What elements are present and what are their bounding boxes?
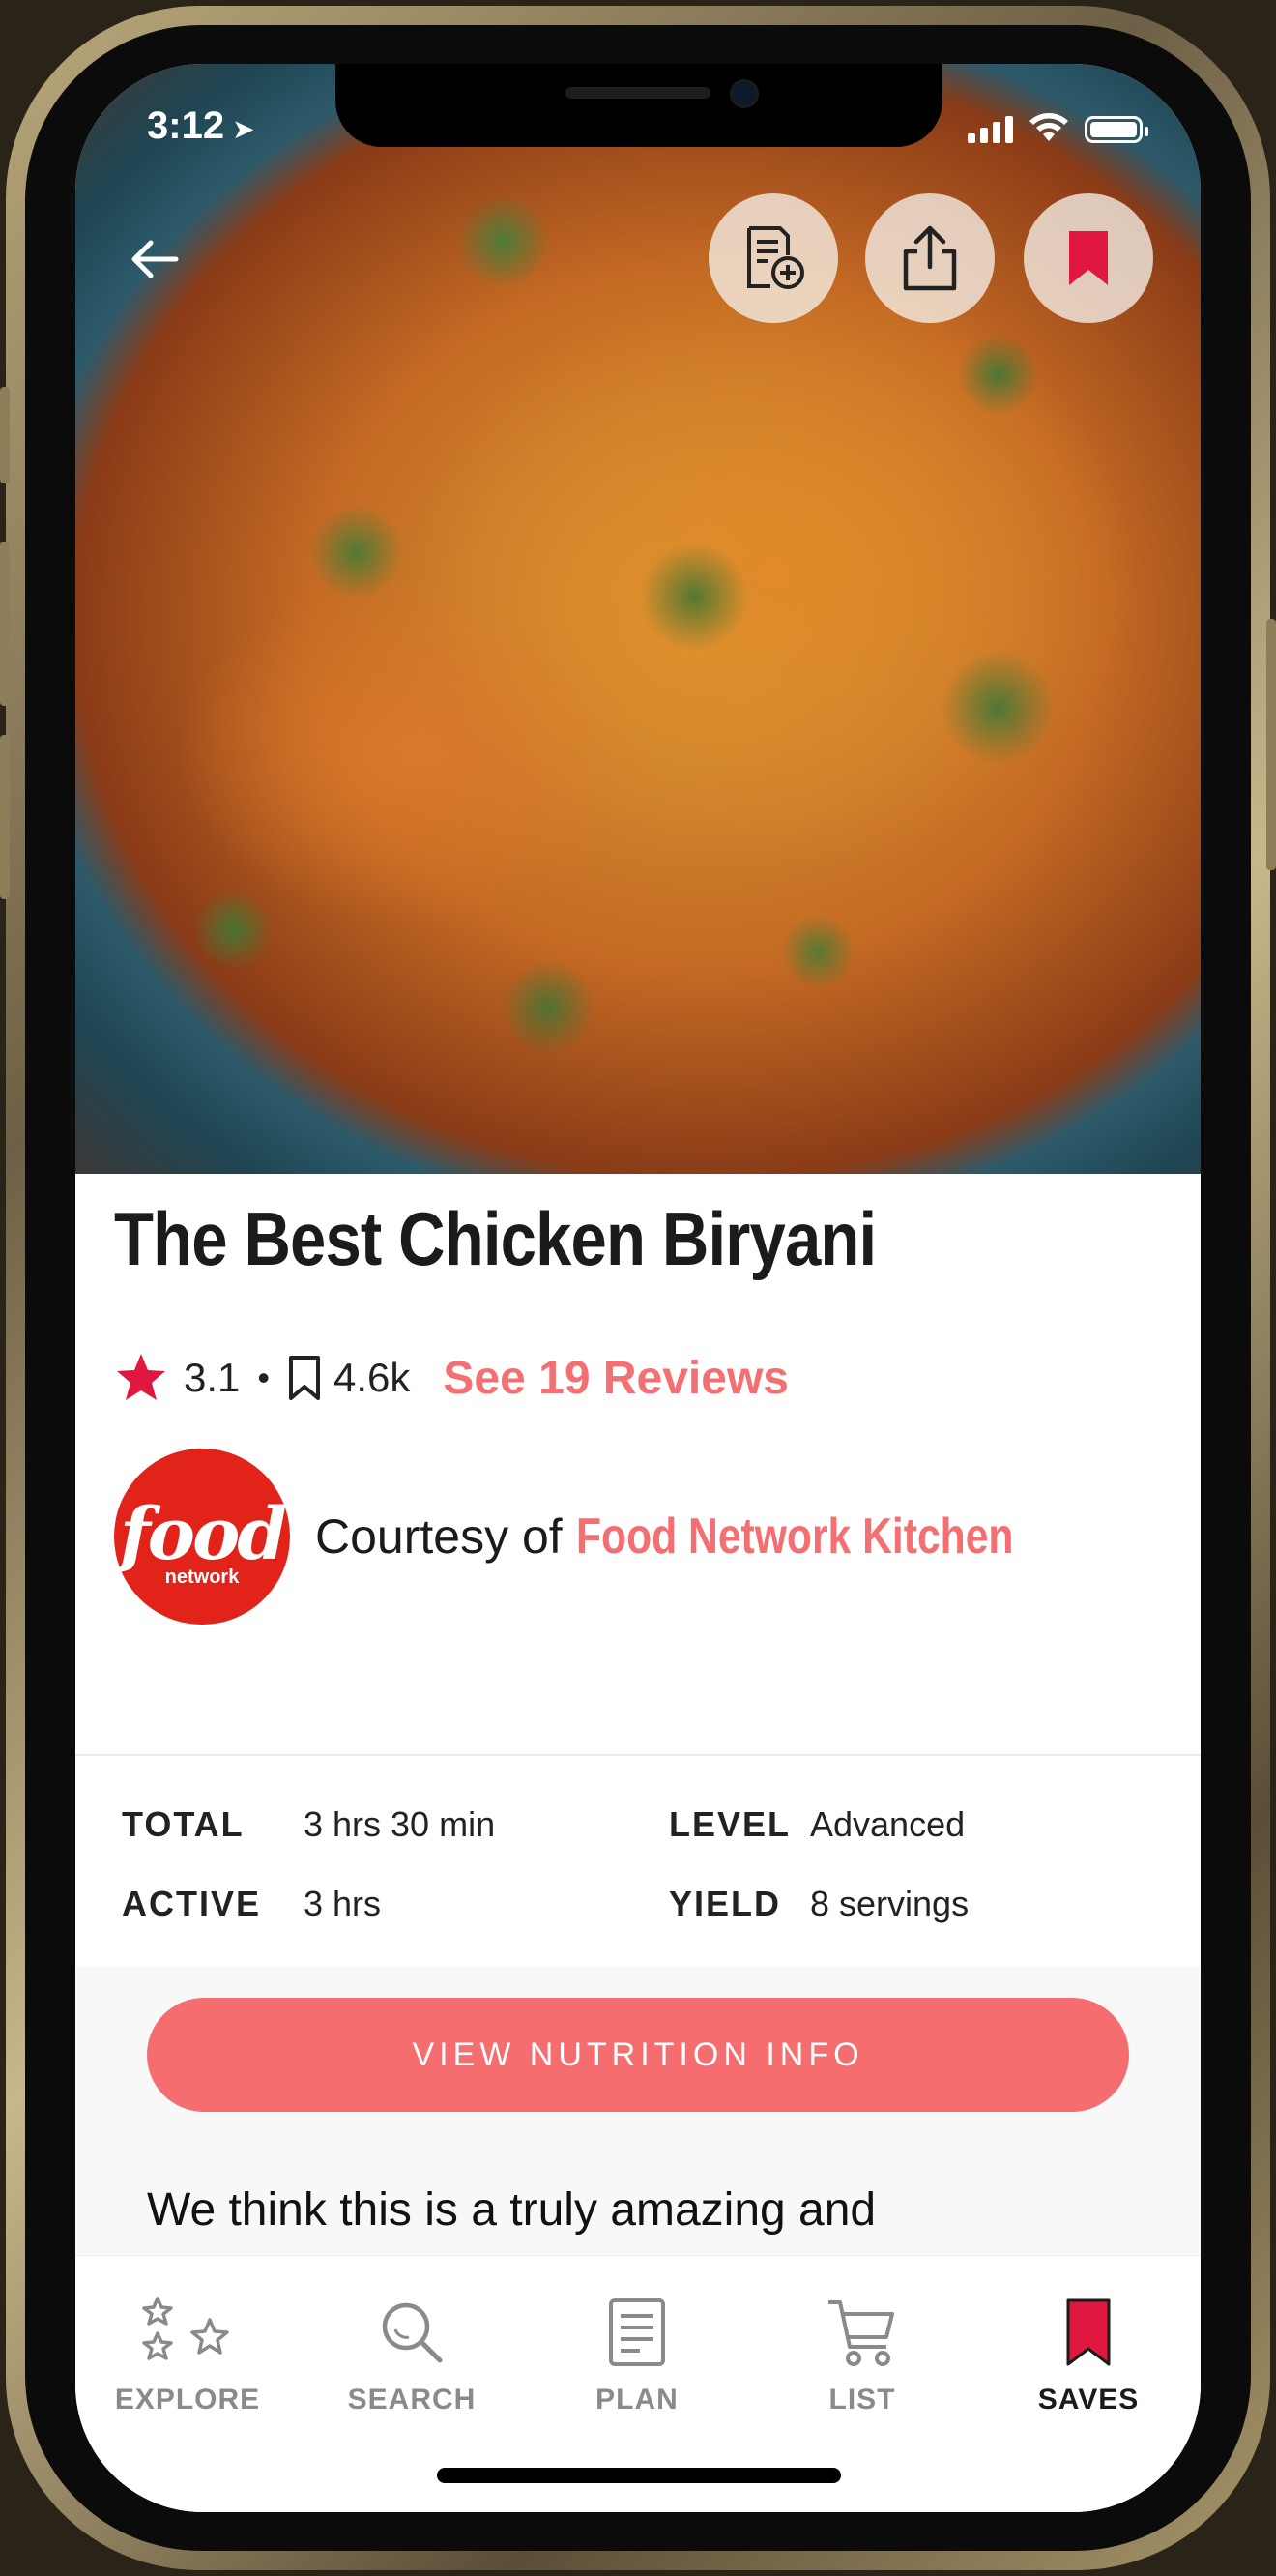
total-value: 3 hrs 30 min: [304, 1804, 496, 1844]
tab-list[interactable]: LIST: [766, 2295, 959, 2416]
rating-value: 3.1: [184, 1355, 241, 1400]
level: LEVEL Advanced: [669, 1804, 965, 1845]
tab-explore[interactable]: EXPLORE: [91, 2295, 284, 2416]
tab-explore-label: EXPLORE: [114, 2384, 261, 2415]
separator-dot: •: [257, 1358, 270, 1397]
search-icon: [382, 2302, 443, 2363]
logo-word: food: [119, 1493, 287, 1576]
location-arrow-icon: ➤: [232, 114, 255, 144]
tab-saves[interactable]: SAVES: [992, 2295, 1185, 2416]
recipe-title: The Best Chicken Biryani: [114, 1196, 877, 1281]
share-button[interactable]: [865, 193, 995, 323]
share-icon: [903, 225, 957, 291]
source-row: food network Courtesy of Food Network Ki…: [114, 1449, 1109, 1625]
silent-switch: [0, 387, 10, 483]
recipe-info-block: TOTAL 3 hrs 30 min ACTIVE 3 hrs LEVEL Advan…: [75, 1754, 1201, 1969]
volume-down-button: [0, 735, 10, 899]
plan-icon: [609, 2298, 665, 2366]
yield: YIELD 8 servings: [669, 1884, 969, 1924]
tab-search-label: SEARCH: [347, 2384, 477, 2415]
save-bookmark-button[interactable]: [1024, 193, 1153, 323]
saves-count: 4.6k: [334, 1355, 411, 1400]
active-label: ACTIVE: [122, 1884, 262, 1923]
total-time: TOTAL 3 hrs 30 min: [122, 1804, 495, 1845]
view-nutrition-button[interactable]: VIEW NUTRITION INFO: [147, 1998, 1129, 2112]
active-time: ACTIVE 3 hrs: [122, 1884, 381, 1924]
see-reviews-link[interactable]: See 19 Reviews: [443, 1352, 789, 1405]
total-label: TOTAL: [122, 1804, 245, 1844]
bookmark-filled-icon: [1069, 231, 1108, 285]
logo-subword: network: [164, 1566, 240, 1588]
recipe-description: We think this is a truly amazing and: [147, 2184, 877, 2236]
tab-plan-label: PLAN: [595, 2384, 679, 2415]
source-link[interactable]: Food Network Kitchen: [576, 1508, 1013, 1566]
volume-up-button: [0, 542, 10, 706]
star-icon: [117, 1354, 165, 1400]
battery-icon: [1085, 116, 1148, 143]
front-camera: [730, 79, 759, 108]
tab-plan[interactable]: PLAN: [540, 2295, 734, 2416]
cart-icon: [828, 2300, 894, 2366]
notch: [335, 64, 942, 147]
document-add-icon: [747, 226, 804, 289]
home-indicator[interactable]: [437, 2468, 841, 2483]
cellular-signal-icon: [968, 116, 1013, 143]
yield-label: YIELD: [669, 1884, 782, 1923]
level-label: LEVEL: [669, 1804, 792, 1844]
bookmark-outline-icon: [289, 1356, 320, 1400]
tab-saves-label: SAVES: [1037, 2384, 1140, 2415]
power-button: [1266, 619, 1276, 870]
active-value: 3 hrs: [304, 1884, 382, 1923]
earpiece-speaker: [566, 87, 710, 99]
food-network-logo[interactable]: food network: [114, 1449, 290, 1625]
stars-icon: [142, 2297, 229, 2360]
status-time-text: 3:12: [147, 104, 225, 147]
level-value: Advanced: [810, 1804, 966, 1844]
back-arrow-icon[interactable]: [124, 228, 186, 290]
courtesy-line: Courtesy of Food Network Kitchen: [315, 1508, 1109, 1566]
rating-row: 3.1 • 4.6k See 19 Reviews: [114, 1344, 789, 1412]
tab-list-label: LIST: [828, 2384, 896, 2415]
screen: 3:12 ➤ The Best Chicken Biryani 3.1 • 4.…: [75, 64, 1201, 2512]
status-indicators: [968, 112, 1148, 143]
bookmark-icon: [1066, 2298, 1111, 2366]
wifi-icon: [1030, 113, 1068, 141]
yield-value: 8 servings: [810, 1884, 970, 1923]
courtesy-prefix: Courtesy of: [315, 1509, 563, 1564]
tab-search[interactable]: SEARCH: [315, 2295, 508, 2416]
add-to-plan-button[interactable]: [709, 193, 838, 323]
status-time: 3:12 ➤: [147, 104, 255, 148]
